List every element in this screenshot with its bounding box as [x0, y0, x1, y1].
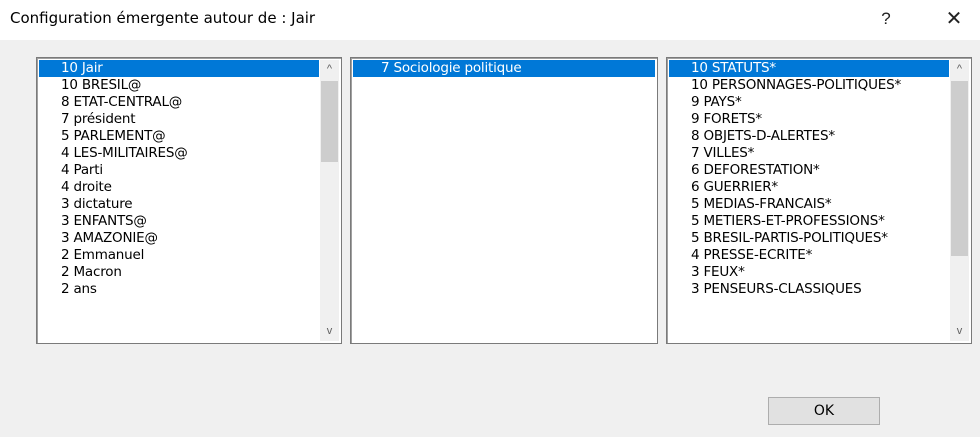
- list-item[interactable]: 3 PENSEURS-CLASSIQUES: [669, 281, 949, 298]
- list-item[interactable]: 5 BRESIL-PARTIS-POLITIQUES*: [669, 230, 949, 247]
- concepts-list-items: 10 STATUTS* 10 PERSONNAGES-POLITIQUES* 9 P…: [669, 60, 949, 298]
- list-item[interactable]: 9 FORETS*: [669, 111, 949, 128]
- list-item[interactable]: 8 OBJETS-D-ALERTES*: [669, 128, 949, 145]
- scroll-down-arrow-icon[interactable]: v: [950, 322, 969, 341]
- list-item[interactable]: 3 dictature: [39, 196, 319, 213]
- ok-button[interactable]: OK: [768, 397, 880, 425]
- list-item[interactable]: 9 PAYS*: [669, 94, 949, 111]
- list-item[interactable]: 7 président: [39, 111, 319, 128]
- scroll-down-arrow-icon[interactable]: v: [320, 322, 339, 341]
- scroll-up-arrow-icon[interactable]: ^: [320, 60, 339, 79]
- list-item[interactable]: 7 VILLES*: [669, 145, 949, 162]
- words-list-items: 10 Jair 10 BRESIL@ 8 ETAT-CENTRAL@ 7 présid…: [39, 60, 319, 298]
- list-item[interactable]: 4 PRESSE-ECRITE*: [669, 247, 949, 264]
- concepts-scrollbar[interactable]: ^ v: [950, 60, 969, 341]
- categories-list-items: 7 Sociologie politique: [353, 60, 655, 77]
- scrollbar-thumb[interactable]: [321, 81, 338, 162]
- list-item[interactable]: 10 STATUTS*: [669, 60, 949, 77]
- list-item[interactable]: 2 ans: [39, 281, 319, 298]
- close-button[interactable]: ✕: [932, 4, 976, 34]
- list-item[interactable]: 3 FEUX*: [669, 264, 949, 281]
- list-item[interactable]: 4 droite: [39, 179, 319, 196]
- list-item[interactable]: 5 MEDIAS-FRANCAIS*: [669, 196, 949, 213]
- list-item[interactable]: 2 Emmanuel: [39, 247, 319, 264]
- window-title: Configuration émergente autour de : Jair: [10, 9, 316, 27]
- scroll-up-arrow-icon[interactable]: ^: [950, 60, 969, 79]
- list-item[interactable]: 4 Parti: [39, 162, 319, 179]
- help-button[interactable]: ?: [864, 4, 908, 34]
- categories-listbox[interactable]: 7 Sociologie politique: [350, 57, 658, 344]
- list-item[interactable]: 6 GUERRIER*: [669, 179, 949, 196]
- list-item[interactable]: 3 ENFANTS@: [39, 213, 319, 230]
- list-item[interactable]: 5 PARLEMENT@: [39, 128, 319, 145]
- list-item[interactable]: 10 Jair: [39, 60, 319, 77]
- concepts-listbox[interactable]: 10 STATUTS* 10 PERSONNAGES-POLITIQUES* 9 P…: [666, 57, 972, 344]
- words-listbox[interactable]: 10 Jair 10 BRESIL@ 8 ETAT-CENTRAL@ 7 présid…: [36, 57, 342, 344]
- words-scrollbar[interactable]: ^ v: [320, 60, 339, 341]
- list-item[interactable]: 5 METIERS-ET-PROFESSIONS*: [669, 213, 949, 230]
- list-item[interactable]: 6 DEFORESTATION*: [669, 162, 949, 179]
- list-item[interactable]: 2 Macron: [39, 264, 319, 281]
- title-bar: Configuration émergente autour de : Jair…: [0, 0, 980, 40]
- list-item[interactable]: 4 LES-MILITAIRES@: [39, 145, 319, 162]
- list-item[interactable]: 10 BRESIL@: [39, 77, 319, 94]
- list-item[interactable]: 10 PERSONNAGES-POLITIQUES*: [669, 77, 949, 94]
- list-item[interactable]: 3 AMAZONIE@: [39, 230, 319, 247]
- scrollbar-thumb[interactable]: [951, 81, 968, 256]
- list-item[interactable]: 7 Sociologie politique: [353, 60, 655, 77]
- list-item[interactable]: 8 ETAT-CENTRAL@: [39, 94, 319, 111]
